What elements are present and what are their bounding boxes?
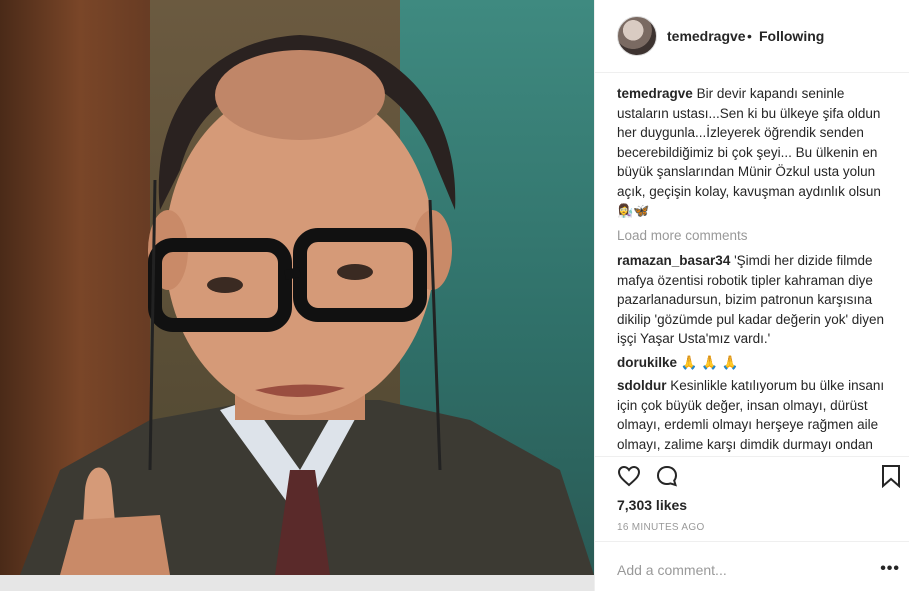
action-bar	[617, 462, 907, 492]
following-button[interactable]: Following	[759, 28, 824, 44]
post-header: temedragve • Following	[595, 0, 909, 73]
comment-input-divider	[595, 541, 909, 542]
post-username[interactable]: temedragve	[667, 28, 746, 44]
caption-username[interactable]: temedragve	[617, 86, 693, 101]
avatar[interactable]	[617, 16, 657, 56]
comment-item: sdoldur Kesinlikle katılıyorum bu ülke i…	[617, 376, 892, 456]
bookmark-icon[interactable]	[881, 464, 901, 493]
comment-item: dorukilke 🙏 🙏 🙏	[617, 353, 892, 373]
likes-count[interactable]: 7,303 likes	[617, 497, 687, 513]
more-options-icon[interactable]: •••	[880, 560, 900, 578]
load-more-comments-link[interactable]: Load more comments	[617, 226, 892, 246]
portrait-illustration	[20, 35, 594, 575]
caption-emoji: 👩‍🔬🦋	[617, 203, 650, 218]
separator-dot: •	[747, 28, 752, 44]
photo-bottom-strip	[0, 575, 594, 591]
post-timestamp: 16 MINUTES AGO	[617, 522, 705, 533]
post-side-panel: temedragve • Following temedragve Bir de…	[594, 0, 909, 591]
comment-username[interactable]: ramazan_basar34	[617, 253, 730, 268]
add-comment-input[interactable]: Add a comment...	[617, 562, 727, 578]
comments-list[interactable]: temedragve Bir devir kapandı seninle ust…	[617, 84, 892, 456]
caption-text: Bir devir kapandı seninle ustaların usta…	[617, 86, 881, 199]
comment-text: 🙏 🙏 🙏	[680, 354, 739, 370]
heart-icon[interactable]	[617, 464, 641, 493]
comment-icon[interactable]	[655, 464, 679, 493]
caption: temedragve Bir devir kapandı seninle ust…	[617, 84, 892, 221]
comment-username[interactable]: dorukilke	[617, 355, 677, 370]
comment-item: ramazan_basar34 'Şimdi her dizide filmde…	[617, 251, 892, 349]
post-photo[interactable]	[0, 0, 594, 575]
actions-divider	[595, 456, 909, 457]
comment-username[interactable]: sdoldur	[617, 378, 667, 393]
